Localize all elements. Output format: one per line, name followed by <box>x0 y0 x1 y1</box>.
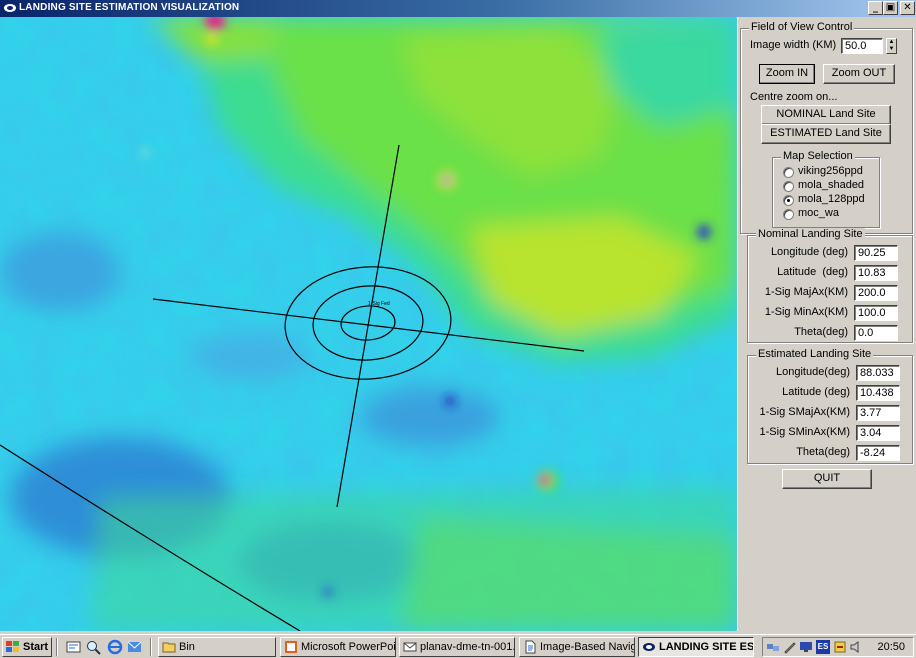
antivirus-icon[interactable] <box>833 640 847 654</box>
monitor-icon[interactable] <box>799 640 813 654</box>
estimated-site-group: Estimated Landing Site Longitude(deg) 88… <box>747 348 913 464</box>
map-view[interactable]: 1-Sig Fed <box>0 17 737 631</box>
start-button[interactable]: Start <box>2 637 52 657</box>
taskbar-separator <box>56 638 58 656</box>
task-label: LANDING SITE ES... <box>659 641 754 653</box>
network-icon[interactable] <box>766 640 780 654</box>
quit-button[interactable]: QUIT <box>782 469 872 489</box>
estimated-site-button[interactable]: ESTIMATED Land Site <box>761 124 891 144</box>
explorer-icon[interactable] <box>86 639 102 655</box>
nominal-majax-label: 1-Sig MajAx(KM) <box>764 286 848 298</box>
system-tray: ES 20:50 <box>762 637 914 657</box>
folder-icon <box>162 642 176 653</box>
image-width-spinner[interactable]: ▲ ▼ <box>886 38 897 54</box>
start-label: Start <box>23 641 49 653</box>
estimated-longitude-label: Longitude(deg) <box>775 366 850 378</box>
estimated-smajax-field[interactable]: 3.77 <box>856 405 900 421</box>
task-landing-site[interactable]: LANDING SITE ES... <box>638 637 754 657</box>
control-panel: Field of View Control Image width (KM) 5… <box>737 17 916 631</box>
internet-explorer-icon[interactable] <box>107 639 123 655</box>
nominal-minax-label: 1-Sig MinAx(KM) <box>764 306 848 318</box>
task-bin[interactable]: Bin <box>158 637 276 657</box>
terrain-map: 1-Sig Fed <box>0 17 737 631</box>
spin-up-icon[interactable]: ▲ <box>887 39 896 46</box>
zoom-in-button[interactable]: Zoom IN <box>759 64 815 84</box>
app-icon <box>4 4 16 12</box>
task-label: Image-Based Navig... <box>540 641 634 653</box>
window-title: LANDING SITE ESTIMATION VISUALIZATION <box>19 2 240 13</box>
nominal-minax-field[interactable]: 100.0 <box>854 305 898 321</box>
radio-viking256ppd[interactable] <box>783 167 794 178</box>
estimated-latitude-label: Latitude (deg) <box>782 386 850 398</box>
radio-label-mola-128ppd: mola_128ppd <box>798 193 865 205</box>
zoom-out-button[interactable]: Zoom OUT <box>823 64 895 84</box>
radio-mola-128ppd[interactable] <box>783 195 794 206</box>
volume-icon[interactable] <box>849 640 863 654</box>
estimated-latitude-field[interactable]: 10.438 <box>856 385 900 401</box>
windows-logo-icon <box>6 641 19 652</box>
nominal-latitude-label: Latitude (deg) <box>777 266 848 278</box>
clock: 20:50 <box>877 641 905 653</box>
image-width-field[interactable]: 50.0 <box>841 38 883 54</box>
task-mail[interactable]: planav-dme-tn-001... <box>399 637 515 657</box>
application-window: LANDING SITE ESTIMATION VISUALIZATION _ … <box>0 0 916 658</box>
map-selection-group: Map Selection viking256ppd mola_shaded m… <box>772 150 880 228</box>
nominal-site-button[interactable]: NOMINAL Land Site <box>761 105 891 125</box>
nominal-site-group: Nominal Landing Site Longitude (deg) 90.… <box>747 228 913 343</box>
task-label: Bin <box>179 641 195 653</box>
estimated-longitude-field[interactable]: 88.033 <box>856 365 900 381</box>
powerpoint-icon <box>285 641 297 653</box>
ellipse-label: 1-Sig Fed <box>368 301 390 307</box>
task-label: Microsoft PowerPoi... <box>301 641 396 653</box>
minimize-button[interactable]: _ <box>868 1 883 15</box>
map-selection-legend: Map Selection <box>781 150 855 162</box>
estimated-theta-label: Theta(deg) <box>796 446 850 458</box>
nominal-theta-field[interactable]: 0.0 <box>854 325 898 341</box>
estimated-sminax-label: 1-Sig SMinAx(KM) <box>759 426 850 438</box>
taskbar-separator <box>150 638 152 656</box>
mail-icon <box>403 642 417 652</box>
language-indicator[interactable]: ES <box>816 640 830 654</box>
radio-mola-shaded[interactable] <box>783 181 794 192</box>
radio-label-viking256ppd: viking256ppd <box>798 165 863 177</box>
centre-zoom-label: Centre zoom on... <box>750 91 838 103</box>
minimize-icon: _ <box>873 2 878 13</box>
radio-label-mola-shaded: mola_shaded <box>798 179 865 191</box>
estimated-legend: Estimated Landing Site <box>756 348 874 360</box>
nominal-latitude-field[interactable]: 10.83 <box>854 265 898 281</box>
close-icon: ✕ <box>903 2 912 13</box>
estimated-theta-field[interactable]: -8.24 <box>856 445 900 461</box>
nominal-legend: Nominal Landing Site <box>756 228 865 240</box>
task-powerpoint[interactable]: Microsoft PowerPoi... <box>280 637 396 657</box>
radio-label-moc-wa: moc_wa <box>798 207 839 219</box>
image-width-label: Image width (KM) <box>750 39 837 51</box>
task-label: planav-dme-tn-001... <box>420 641 515 653</box>
show-desktop-icon[interactable] <box>66 639 82 655</box>
nominal-longitude-label: Longitude (deg) <box>770 246 848 258</box>
nominal-majax-field[interactable]: 200.0 <box>854 285 898 301</box>
maximize-button[interactable]: ▣ <box>883 1 898 15</box>
fov-control-group: Field of View Control Image width (KM) 5… <box>740 21 913 234</box>
close-button[interactable]: ✕ <box>900 1 915 15</box>
estimated-sminax-field[interactable]: 3.04 <box>856 425 900 441</box>
restore-icon: ▣ <box>885 2 896 13</box>
outlook-icon[interactable] <box>127 639 143 655</box>
task-document[interactable]: Image-Based Navig... <box>519 637 635 657</box>
radio-moc-wa[interactable] <box>783 209 794 220</box>
estimated-smajax-label: 1-Sig SMajAx(KM) <box>759 406 850 418</box>
spin-down-icon[interactable]: ▼ <box>887 46 896 53</box>
fov-legend: Field of View Control <box>749 21 855 33</box>
pen-icon[interactable] <box>783 640 797 654</box>
nominal-theta-label: Theta(deg) <box>794 326 848 338</box>
nominal-longitude-field[interactable]: 90.25 <box>854 245 898 261</box>
app-icon <box>643 643 655 651</box>
document-icon <box>525 640 536 654</box>
title-bar[interactable]: LANDING SITE ESTIMATION VISUALIZATION _ … <box>0 0 916 17</box>
taskbar: Start Bin Microsoft PowerPoi... planav-d… <box>0 634 916 658</box>
